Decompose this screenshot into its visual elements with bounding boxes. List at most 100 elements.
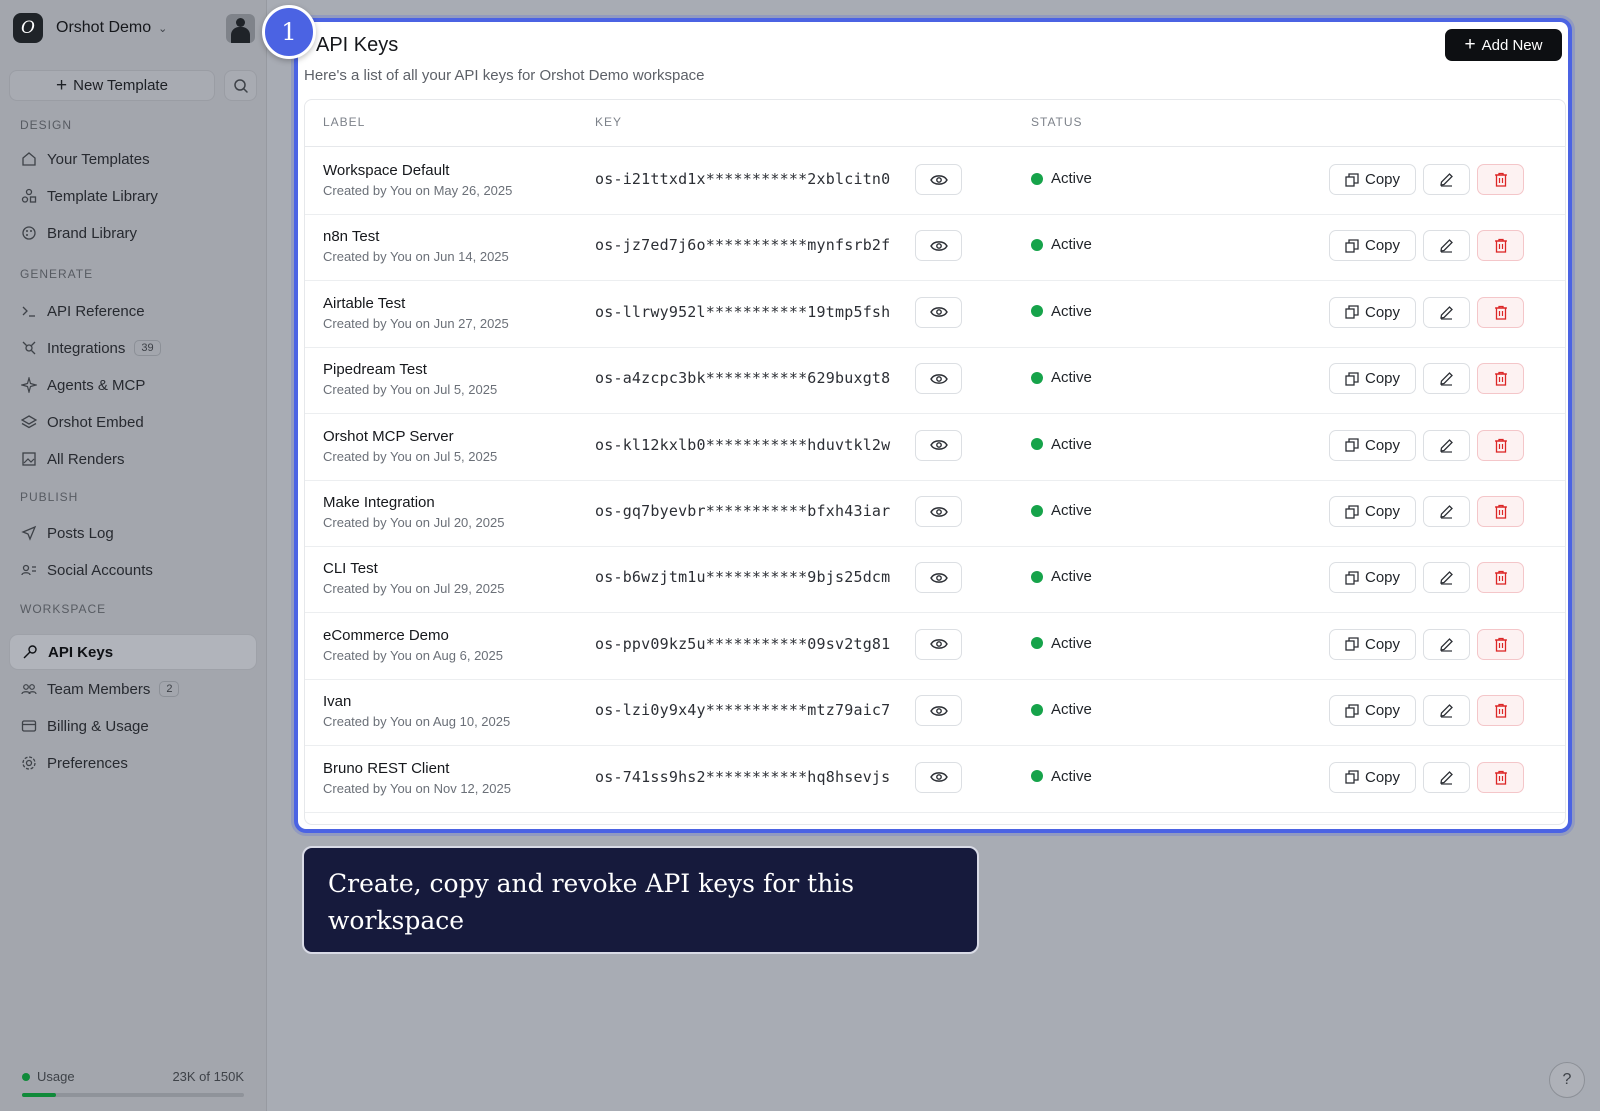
reveal-key-button[interactable] <box>915 761 962 793</box>
sidebar-item-integrations[interactable]: Integrations 39 <box>9 330 257 366</box>
copy-icon <box>1345 504 1359 519</box>
key-created-meta: Created by You on May 26, 2025 <box>323 183 513 198</box>
copy-key-button[interactable]: Copy <box>1329 296 1416 328</box>
eye-icon <box>929 638 948 650</box>
table-row: Make Integration Created by You on Jul 20… <box>305 479 1565 547</box>
usage-meter: Usage 23K of 150K <box>22 1069 244 1097</box>
sidebar-item-posts-log[interactable]: Posts Log <box>9 515 257 551</box>
api-key-value: os-ppv09kz5u***********09sv2tg81 <box>595 634 891 653</box>
reveal-key-button[interactable] <box>915 164 962 195</box>
edit-key-button[interactable] <box>1423 695 1470 727</box>
sidebar-item-api-keys[interactable]: API Keys <box>9 634 257 670</box>
copy-key-button[interactable]: Copy <box>1329 761 1416 793</box>
trash-icon <box>1494 371 1508 386</box>
delete-key-button[interactable] <box>1477 363 1524 395</box>
reveal-key-button[interactable] <box>915 562 962 594</box>
reveal-key-button[interactable] <box>915 296 962 328</box>
api-key-value: os-b6wzjtm1u***********9bjs25dcm <box>595 568 891 587</box>
help-button[interactable]: ? <box>1549 1062 1585 1098</box>
copy-key-button[interactable]: Copy <box>1329 429 1416 461</box>
sidebar-item-label: Social Accounts <box>47 561 153 579</box>
edit-key-button[interactable] <box>1423 363 1470 395</box>
sidebar-item-orshot-embed[interactable]: Orshot Embed <box>9 404 257 440</box>
reveal-key-button[interactable] <box>915 496 962 527</box>
plus-icon: + <box>1464 34 1476 55</box>
sidebar-item-template-library[interactable]: Template Library <box>9 178 257 214</box>
sidebar-item-label: Your Templates <box>47 150 150 168</box>
delete-key-button[interactable] <box>1477 164 1524 195</box>
edit-key-button[interactable] <box>1423 761 1470 793</box>
edit-key-button[interactable] <box>1423 296 1470 328</box>
workspace-switcher[interactable]: O Orshot Demo ⌄ <box>13 13 255 43</box>
delete-key-button[interactable] <box>1477 562 1524 594</box>
sidebar-item-your-templates[interactable]: Your Templates <box>9 141 257 177</box>
eye-icon <box>929 572 948 584</box>
copy-key-button[interactable]: Copy <box>1329 562 1416 594</box>
reveal-key-button[interactable] <box>915 695 962 727</box>
sidebar-item-all-renders[interactable]: All Renders <box>9 441 257 477</box>
pencil-icon <box>1439 703 1454 718</box>
shapes-icon <box>20 187 38 205</box>
sidebar-item-billing-usage[interactable]: Billing & Usage <box>9 708 257 744</box>
reveal-key-button[interactable] <box>915 230 962 262</box>
tour-tooltip: Create, copy and revoke API keys for thi… <box>302 846 979 954</box>
sidebar-item-team-members[interactable]: Team Members 2 <box>9 671 257 707</box>
status-dot <box>1031 438 1043 451</box>
key-created-meta: Created by You on Nov 12, 2025 <box>323 780 511 796</box>
delete-key-button[interactable] <box>1477 761 1524 793</box>
status-text: Active <box>1051 302 1092 320</box>
sidebar-item-agents-mcp[interactable]: Agents & MCP <box>9 367 257 403</box>
delete-key-button[interactable] <box>1477 230 1524 262</box>
edit-key-button[interactable] <box>1423 562 1470 594</box>
copy-key-button[interactable]: Copy <box>1329 496 1416 527</box>
sidebar-item-social-accounts[interactable]: Social Accounts <box>9 552 257 588</box>
api-key-value: os-kl12kxlb0***********hduvtkl2w <box>595 435 891 454</box>
chevron-down-icon: ⌄ <box>158 22 168 35</box>
sidebar-item-brand-library[interactable]: Brand Library <box>9 215 257 251</box>
delete-key-button[interactable] <box>1477 695 1524 727</box>
sidebar-item-preferences[interactable]: Preferences <box>9 745 257 781</box>
delete-key-button[interactable] <box>1477 628 1524 660</box>
reveal-key-button[interactable] <box>915 628 962 660</box>
delete-key-button[interactable] <box>1477 496 1524 527</box>
table-row: Ivan Created by You on Aug 10, 2025 os-lzi… <box>305 678 1565 747</box>
table-row: CLI Test Created by You on Jul 29, 2025 os… <box>305 545 1565 614</box>
search-button[interactable] <box>224 70 257 101</box>
table-row: Pipedream Test Created by You on Jul 5, 2… <box>305 346 1565 415</box>
eye-icon <box>929 439 948 451</box>
sidebar-item-label: Preferences <box>47 754 128 772</box>
copy-key-button[interactable]: Copy <box>1329 695 1416 727</box>
status-text: Active <box>1051 435 1092 453</box>
avatar[interactable] <box>226 14 255 43</box>
copy-key-button[interactable]: Copy <box>1329 363 1416 395</box>
gear-icon <box>20 754 38 772</box>
section-title-generate: GENERATE <box>20 267 94 281</box>
delete-key-button[interactable] <box>1477 429 1524 461</box>
delete-key-button[interactable] <box>1477 296 1524 328</box>
sidebar-item-label: Integrations <box>47 339 126 357</box>
add-new-button[interactable]: + Add New <box>1445 29 1562 61</box>
eye-icon <box>929 373 948 385</box>
user-list-icon <box>20 561 38 579</box>
copy-key-button[interactable]: Copy <box>1329 628 1416 660</box>
reveal-key-button[interactable] <box>915 429 962 461</box>
api-key-value: os-gq7byevbr***********bfxh43iar <box>595 502 891 520</box>
plus-icon: + <box>56 74 68 96</box>
edit-key-button[interactable] <box>1423 496 1470 527</box>
status-badge: Active <box>1031 701 1092 718</box>
status-dot <box>1031 637 1043 650</box>
trash-icon <box>1494 438 1508 453</box>
pencil-icon <box>1439 570 1454 585</box>
edit-key-button[interactable] <box>1423 628 1470 660</box>
copy-icon <box>1345 704 1359 718</box>
edit-key-button[interactable] <box>1423 230 1470 262</box>
table-row: Workspace Default Created by You on May 2… <box>305 147 1565 215</box>
copy-key-button[interactable]: Copy <box>1329 164 1416 195</box>
status-text: Active <box>1051 502 1092 519</box>
edit-key-button[interactable] <box>1423 429 1470 461</box>
new-template-button[interactable]: + New Template <box>9 70 215 101</box>
copy-key-button[interactable]: Copy <box>1329 230 1416 262</box>
reveal-key-button[interactable] <box>915 363 962 395</box>
edit-key-button[interactable] <box>1423 164 1470 195</box>
sidebar-item-api-reference[interactable]: API Reference <box>9 293 257 329</box>
